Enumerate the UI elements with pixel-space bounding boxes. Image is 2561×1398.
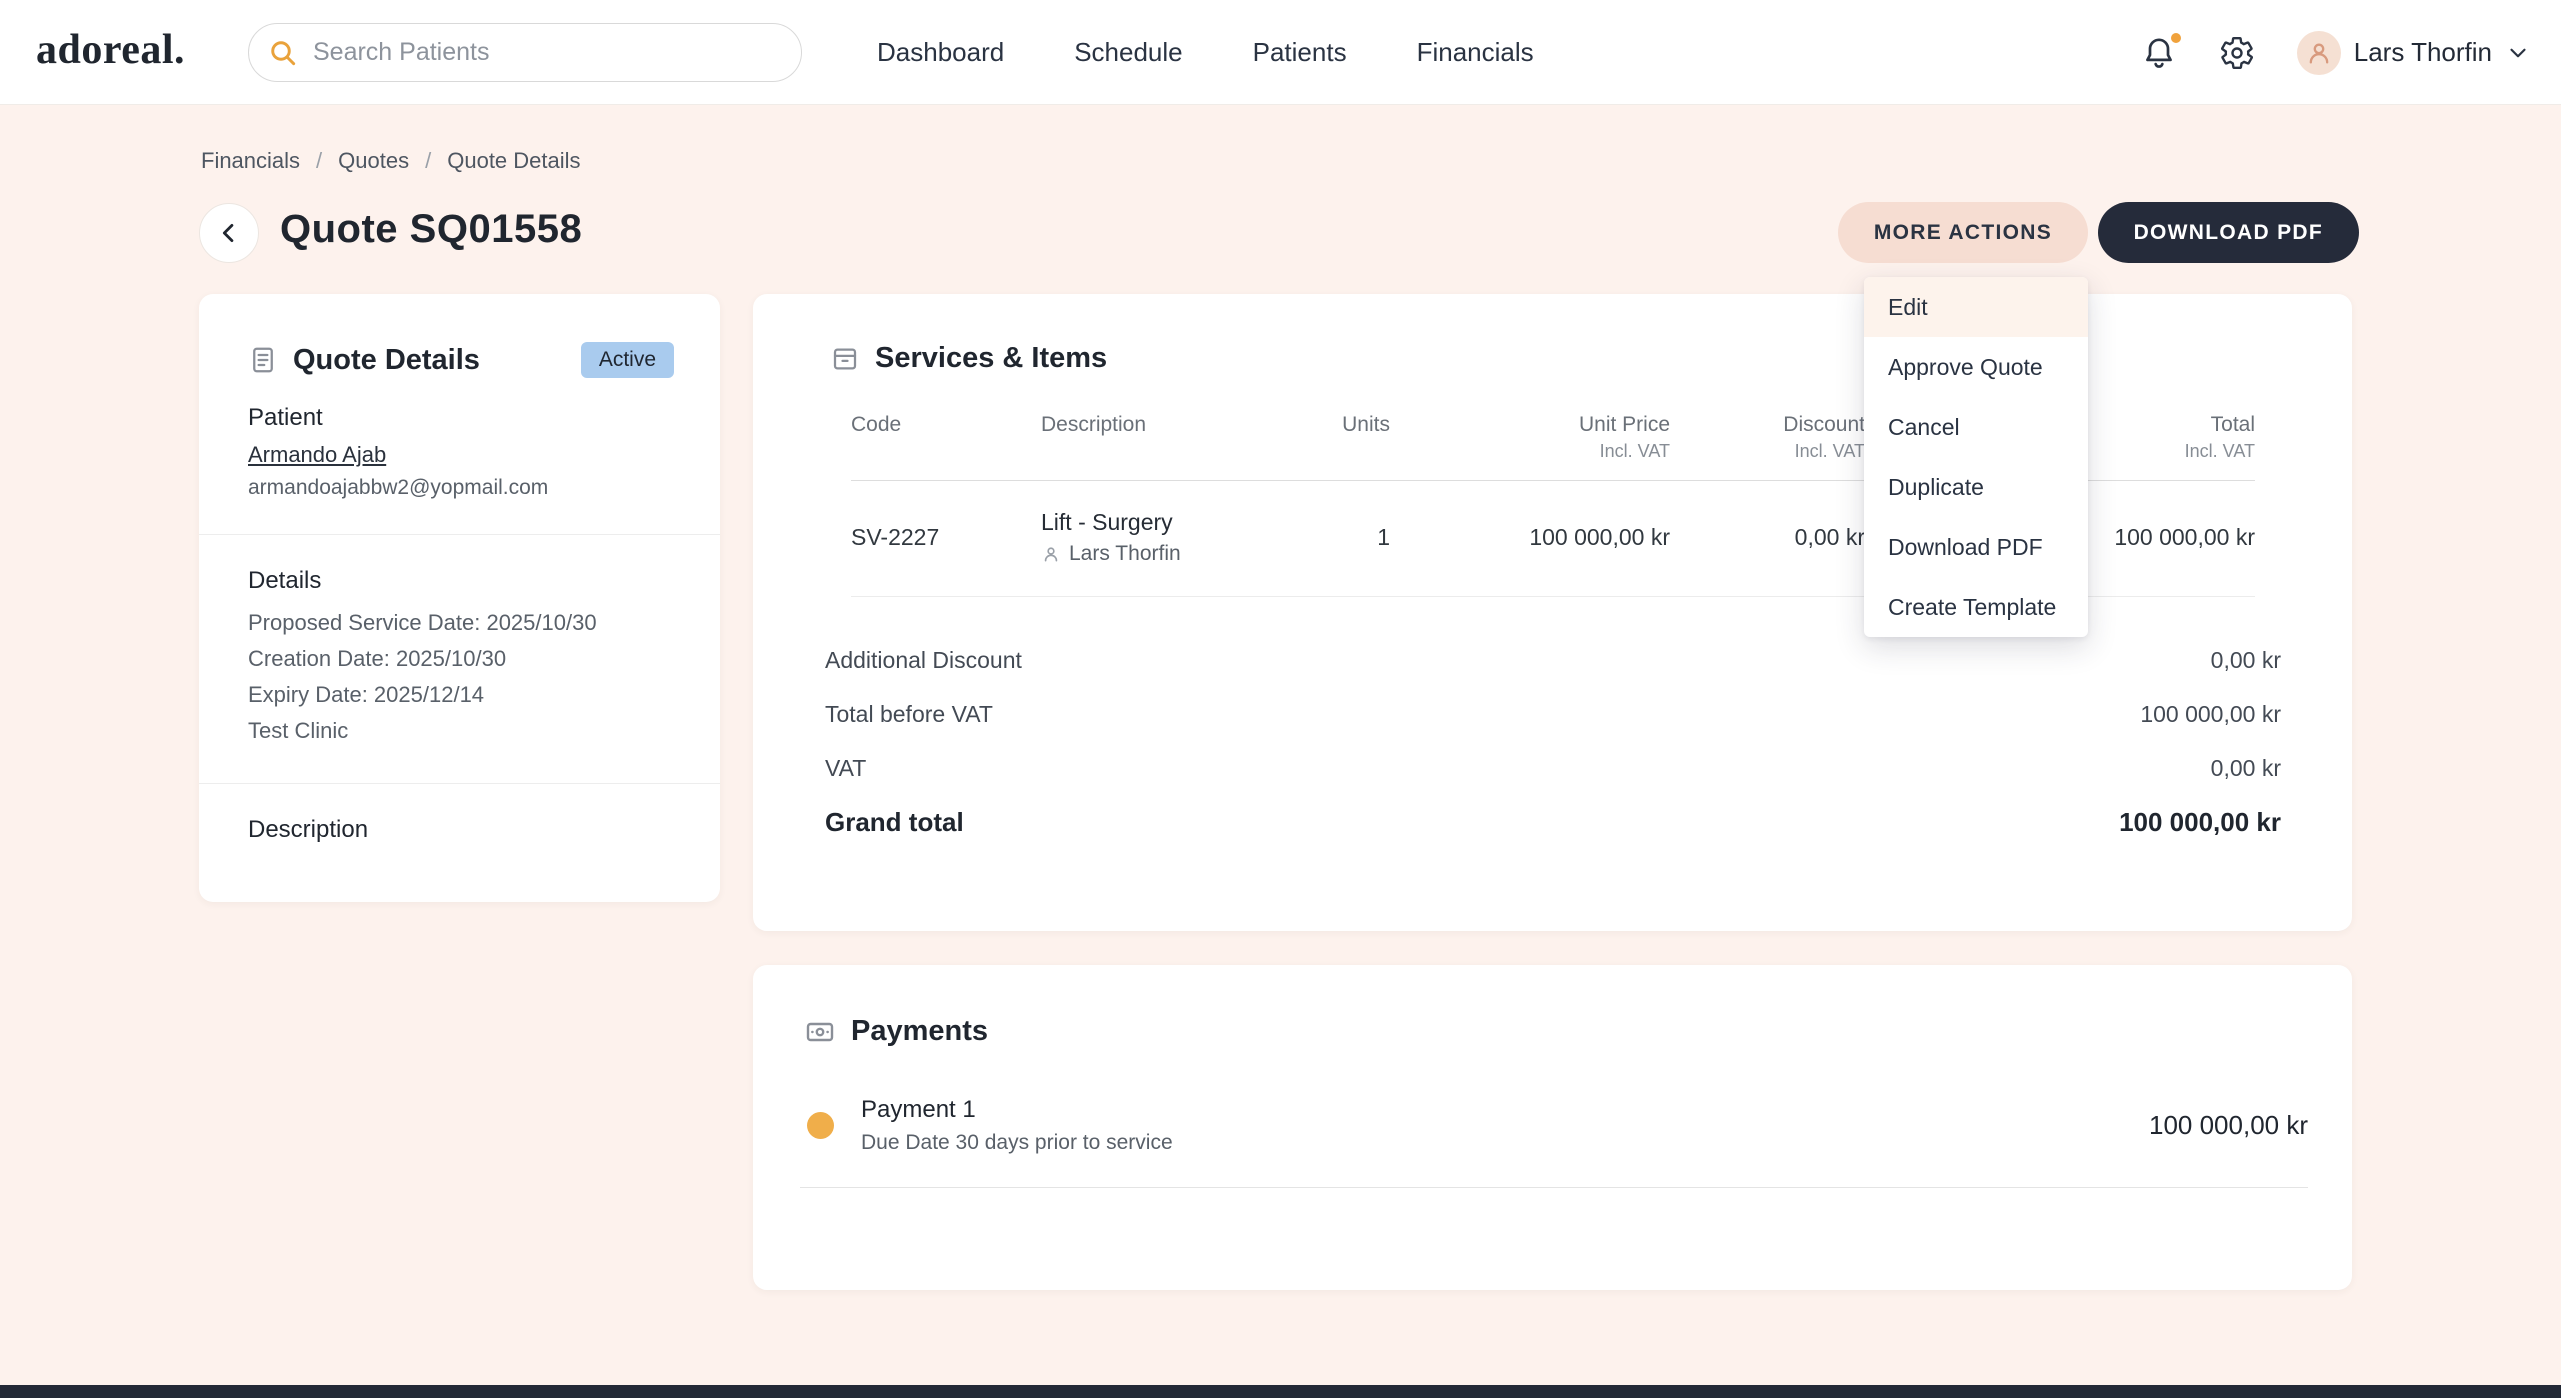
- provider-icon: [1041, 544, 1061, 564]
- menu-item-download-pdf[interactable]: Download PDF: [1864, 517, 2088, 577]
- payment-due-date: Due Date 30 days prior to service: [861, 1131, 1173, 1154]
- menu-item-cancel[interactable]: Cancel: [1864, 397, 2088, 457]
- description-label: Description: [248, 816, 369, 843]
- col-code: Code: [851, 413, 902, 436]
- col-discount: Discount Incl. VAT: [1783, 413, 1865, 461]
- summary-total-before-vat: Total before VAT 100 000,00 kr: [825, 700, 2281, 727]
- detail-proposed-service-date: Proposed Service Date: 2025/10/30: [248, 610, 597, 635]
- nav-patients[interactable]: Patients: [1253, 37, 1347, 68]
- more-actions-menu: Edit Approve Quote Cancel Duplicate Down…: [1864, 277, 2088, 637]
- service-discount: 0,00 kr: [1794, 524, 1865, 550]
- services-items-card: Services & Items Code Description Units …: [753, 294, 2352, 931]
- divider: [800, 1187, 2308, 1188]
- details-label: Details: [248, 567, 322, 594]
- breadcrumb-quotes[interactable]: Quotes: [338, 148, 409, 174]
- payment-status-dot: [807, 1112, 834, 1139]
- services-icon: [830, 344, 860, 374]
- download-pdf-button[interactable]: DOWNLOAD PDF: [2097, 202, 2359, 263]
- document-icon: [248, 345, 278, 375]
- menu-item-create-template[interactable]: Create Template: [1864, 577, 2088, 637]
- user-name: Lars Thorfin: [2353, 37, 2492, 67]
- search-box[interactable]: [248, 23, 802, 82]
- chevron-left-icon: [215, 219, 243, 247]
- more-actions-button[interactable]: MORE ACTIONS: [1837, 202, 2088, 263]
- payment-row: Payment 1 Due Date 30 days prior to serv…: [807, 1096, 2308, 1155]
- col-description: Description: [1041, 413, 1147, 436]
- settings-button[interactable]: [2219, 35, 2255, 71]
- service-description: Lift - Surgery Lars Thorfin: [1041, 509, 1181, 565]
- topbar: adoreal. Dashboard Schedule Patients Fin…: [0, 0, 2561, 105]
- user-menu[interactable]: Lars Thorfin: [2296, 30, 2531, 75]
- brand-logo[interactable]: adoreal.: [36, 26, 185, 74]
- breadcrumb-current: Quote Details: [447, 148, 581, 173]
- col-units: Units: [1342, 413, 1390, 436]
- search-icon: [267, 37, 299, 69]
- service-provider: Lars Thorfin: [1069, 542, 1181, 565]
- payment-amount: 100 000,00 kr: [2148, 1110, 2308, 1140]
- patient-label: Patient: [248, 404, 323, 431]
- search-input[interactable]: [313, 38, 753, 67]
- banknote-icon: [804, 1016, 836, 1048]
- notification-dot: [2168, 30, 2183, 45]
- breadcrumb-separator: /: [425, 148, 432, 173]
- page-title: Quote SQ01558: [280, 207, 583, 251]
- gear-icon: [2219, 35, 2255, 71]
- breadcrumb-financials[interactable]: Financials: [201, 148, 300, 174]
- services-summary: Additional Discount 0,00 kr Total before…: [825, 633, 2281, 849]
- divider: [199, 534, 720, 535]
- payments-title: Payments: [851, 1015, 989, 1047]
- notifications-button[interactable]: [2141, 30, 2183, 71]
- menu-item-approve-quote[interactable]: Approve Quote: [1864, 337, 2088, 397]
- summary-grand-total: Grand total 100 000,00 kr: [825, 806, 2281, 837]
- summary-vat: VAT 0,00 kr: [825, 754, 2281, 781]
- quote-details-card: Quote Details Active Patient Armando Aja…: [199, 294, 720, 902]
- patient-name-link[interactable]: Armando Ajab: [248, 442, 386, 468]
- divider: [199, 783, 720, 784]
- back-button[interactable]: [199, 203, 259, 263]
- col-unit-price: Unit Price Incl. VAT: [1578, 413, 1670, 461]
- status-badge: Active: [580, 342, 674, 378]
- topbar-right: Lars Thorfin: [2141, 0, 2531, 105]
- service-units: 1: [1377, 524, 1390, 550]
- menu-item-edit[interactable]: Edit: [1864, 277, 2088, 337]
- service-code: SV-2227: [851, 524, 940, 550]
- nav-financials[interactable]: Financials: [1417, 37, 1534, 68]
- services-items-title: Services & Items: [875, 342, 1108, 374]
- avatar: [2296, 30, 2341, 75]
- patient-email: armandoajabbw2@yopmail.com: [248, 476, 549, 499]
- summary-additional-discount: Additional Discount 0,00 kr: [825, 646, 2281, 673]
- nav-schedule[interactable]: Schedule: [1074, 37, 1182, 68]
- breadcrumb: Financials / Quotes / Quote Details: [201, 148, 581, 174]
- payments-card: Payments Payment 1 Due Date 30 days prio…: [753, 965, 2352, 1290]
- detail-expiry-date: Expiry Date: 2025/12/14: [248, 682, 485, 707]
- quote-details-title: Quote Details: [293, 343, 480, 376]
- detail-creation-date: Creation Date: 2025/10/30: [248, 646, 507, 671]
- service-unit-price: 100 000,00 kr: [1529, 524, 1670, 550]
- main-nav: Dashboard Schedule Patients Financials: [877, 0, 1534, 105]
- detail-clinic: Test Clinic: [248, 718, 349, 743]
- chevron-down-icon: [2505, 40, 2531, 66]
- menu-item-duplicate[interactable]: Duplicate: [1864, 457, 2088, 517]
- breadcrumb-separator: /: [316, 148, 323, 173]
- nav-dashboard[interactable]: Dashboard: [877, 37, 1004, 68]
- payment-name: Payment 1: [861, 1096, 976, 1123]
- footer-strip: [0, 1385, 2561, 1398]
